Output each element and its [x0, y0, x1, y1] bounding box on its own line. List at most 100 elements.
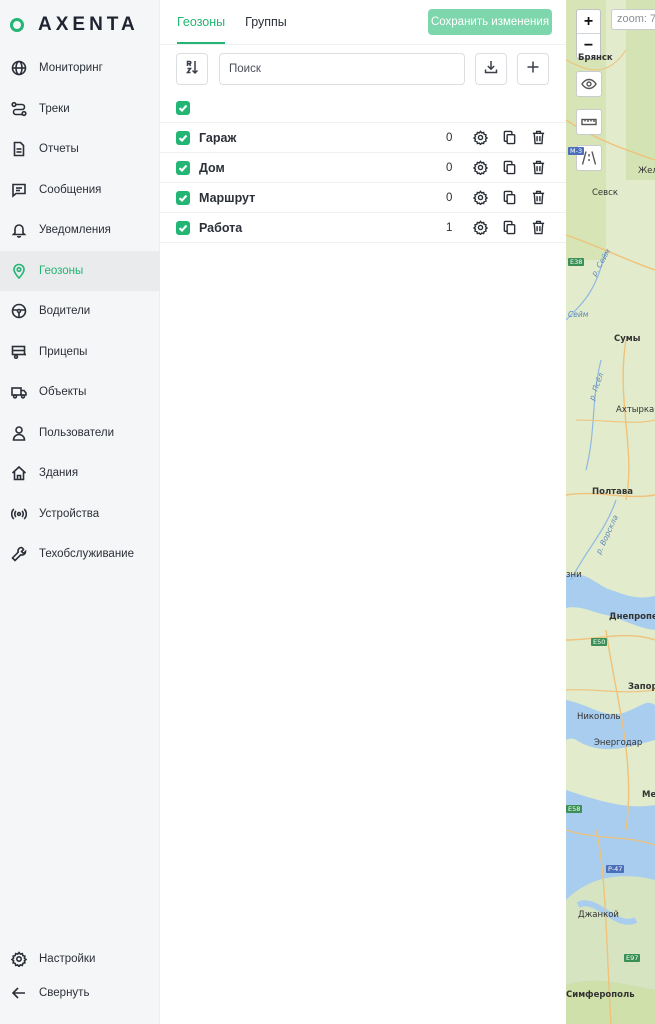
copy-button[interactable] [500, 129, 518, 147]
copy-icon [503, 190, 515, 205]
arrow-left-icon [11, 985, 27, 1001]
city-label: Севск [592, 188, 618, 198]
sidebar-item-notifications[interactable]: Уведомления [0, 210, 160, 251]
sidebar-item-settings[interactable]: Настройки [0, 942, 160, 976]
sidebar-item-collapse[interactable]: Свернуть [0, 976, 160, 1010]
road-sign: M-3 [568, 147, 585, 155]
row-checkbox[interactable] [176, 220, 190, 235]
add-geozone-button[interactable] [517, 53, 549, 85]
search-input[interactable] [219, 53, 465, 85]
gear-icon [472, 190, 488, 205]
bell-icon [11, 222, 27, 239]
table-row[interactable]: Работа 1 [160, 213, 566, 243]
sidebar-item-messages[interactable]: Сообщения [0, 170, 160, 211]
city-label: Запор [628, 682, 655, 692]
message-icon [11, 182, 27, 198]
delete-button[interactable] [529, 189, 547, 207]
copy-button[interactable] [500, 159, 518, 177]
city-label: Никополь [577, 712, 621, 722]
settings-button[interactable] [471, 189, 489, 207]
delete-button[interactable] [529, 219, 547, 237]
sidebar-item-geozones[interactable]: Геозоны [0, 250, 160, 291]
trash-icon [532, 130, 544, 145]
map-pin-icon [11, 263, 27, 279]
zoom-control: + − [576, 9, 601, 59]
visibility-button[interactable] [576, 71, 602, 97]
city-label: Джанкой [578, 910, 619, 920]
sidebar-item-maintenance[interactable]: Техобслуживание [0, 534, 160, 575]
geozone-count: 0 [446, 191, 453, 204]
list-toolbar [176, 53, 550, 85]
tab-geozones[interactable]: Геозоны [177, 0, 226, 44]
city-label: Ахтырка [616, 405, 655, 415]
broadcast-icon [11, 506, 27, 522]
select-all-row [160, 93, 566, 123]
sidebar-item-buildings[interactable]: Здания [0, 453, 160, 494]
sidebar-item-label: Объекты [39, 386, 87, 399]
copy-icon [503, 130, 515, 145]
sidebar-item-reports[interactable]: Отчеты [0, 129, 160, 170]
sidebar-item-label: Геозоны [39, 264, 84, 277]
table-row[interactable]: Маршрут 0 [160, 183, 566, 213]
sidebar-item-trailers[interactable]: Прицепы [0, 332, 160, 373]
sidebar-item-objects[interactable]: Объекты [0, 372, 160, 413]
settings-button[interactable] [471, 129, 489, 147]
ruler-button[interactable] [576, 109, 602, 135]
trailer-icon [11, 344, 27, 360]
logo-ring-icon [10, 18, 24, 32]
sidebar-item-label: Отчеты [39, 143, 79, 156]
sort-icon [184, 59, 200, 80]
settings-button[interactable] [471, 219, 489, 237]
truck-icon [11, 384, 27, 400]
select-all-checkbox[interactable] [176, 100, 190, 115]
delete-button[interactable] [529, 129, 547, 147]
delete-button[interactable] [529, 159, 547, 177]
sidebar-item-label: Здания [39, 467, 79, 480]
sidebar-item-label: Свернуть [39, 987, 90, 999]
trash-icon [532, 160, 544, 175]
city-label: Жел [638, 166, 655, 176]
copy-button[interactable] [500, 219, 518, 237]
table-row[interactable]: Дом 0 [160, 153, 566, 183]
sidebar-item-label: Сообщения [39, 183, 102, 196]
brand-name: AXENTA [38, 14, 139, 35]
sidebar-item-label: Пользователи [39, 426, 115, 439]
import-button[interactable] [475, 53, 507, 85]
sidebar-item-label: Треки [39, 102, 70, 115]
city-label: Днепропет [609, 612, 655, 622]
map-view[interactable]: + − zoom: 7 Брянск M-3 Севск Жел E38 р. … [566, 0, 655, 1024]
sidebar-item-drivers[interactable]: Водители [0, 291, 160, 332]
row-checkbox[interactable] [176, 190, 190, 205]
geozones-panel: Геозоны Группы Сохранить изменения Гараж… [160, 0, 566, 1024]
row-checkbox[interactable] [176, 160, 190, 175]
sidebar-item-users[interactable]: Пользователи [0, 413, 160, 454]
geozone-count: 0 [446, 131, 453, 144]
ruler-icon [581, 118, 597, 126]
tab-groups[interactable]: Группы [245, 0, 287, 44]
check-icon [178, 104, 188, 112]
sidebar-item-devices[interactable]: Устройства [0, 494, 160, 535]
geozone-list: Гараж 0 Дом 0 Маршрут 0 Работа 1 [160, 93, 566, 243]
zoom-level: zoom: 7 [611, 9, 655, 30]
sidebar-item-label: Водители [39, 305, 91, 318]
copy-button[interactable] [500, 189, 518, 207]
sort-button[interactable] [176, 53, 208, 85]
sidebar-item-tracks[interactable]: Треки [0, 89, 160, 130]
table-row[interactable]: Гараж 0 [160, 123, 566, 153]
row-checkbox[interactable] [176, 130, 190, 145]
save-changes-button[interactable]: Сохранить изменения [428, 9, 552, 35]
geozone-name: Маршрут [199, 190, 256, 205]
sidebar-item-label: Мониторинг [39, 62, 103, 75]
city-label: Сумы [614, 334, 641, 344]
wrench-icon [11, 546, 27, 562]
download-icon [483, 59, 499, 80]
brand-logo[interactable]: AXENTA [10, 14, 139, 36]
zoom-in-button[interactable]: + [577, 10, 600, 34]
tab-bar: Геозоны Группы [177, 0, 287, 44]
main-nav: Мониторинг Треки Отчеты Сообщения Уведом… [0, 48, 160, 575]
road-sign: E50 [591, 638, 608, 646]
route-icon [11, 101, 27, 117]
sidebar-item-monitoring[interactable]: Мониторинг [0, 48, 160, 89]
settings-button[interactable] [471, 159, 489, 177]
check-icon [178, 194, 188, 202]
